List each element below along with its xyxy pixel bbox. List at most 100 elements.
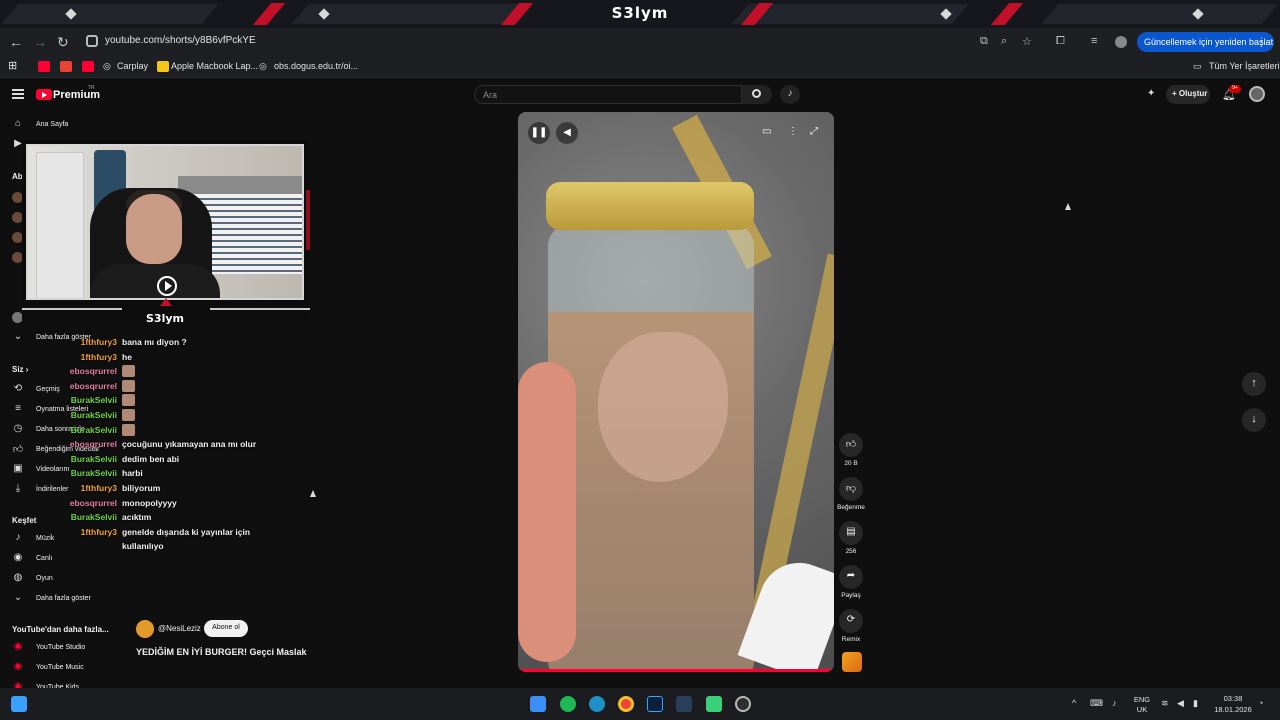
menu-icon[interactable] (12, 89, 24, 99)
share-button[interactable]: ➦ Paylaş (838, 565, 864, 599)
chat-text: dedim ben abi (122, 453, 180, 464)
reload-icon[interactable]: ↻ (57, 34, 69, 51)
volume-icon[interactable]: ◀ (556, 122, 578, 144)
back-icon[interactable]: ← (9, 34, 23, 50)
subscribe-button[interactable]: Abone ol (204, 620, 248, 637)
zoom-icon[interactable]: ⌕ (1001, 35, 1007, 48)
install-app-icon[interactable]: ⧉ (980, 35, 988, 48)
chat-emote-icon (122, 394, 135, 407)
create-label: Oluştur (1178, 89, 1208, 98)
notification-center-icon[interactable]: ◔ (1258, 698, 1263, 708)
region-code: TR (88, 85, 95, 91)
share-icon: ➦ (839, 565, 863, 589)
more-options-icon[interactable]: ⋮ (788, 126, 798, 137)
speaker-icon[interactable]: ◀ (1177, 698, 1184, 709)
remix-icon: ⟳ (839, 609, 863, 633)
cast-icon[interactable]: ✦ (1147, 88, 1155, 99)
chat-username: BurakSelvii (70, 512, 117, 523)
next-short-button[interactable]: ↓ (1242, 408, 1266, 432)
sidebar-item-label: Oyun (36, 575, 53, 582)
sidebar-item-label: Ana Sayfa (36, 121, 69, 128)
battery-icon[interactable]: ▮ (1193, 698, 1198, 709)
fullscreen-icon[interactable]: ⤢ (810, 126, 818, 137)
chat-message: BurakSelvii (0, 423, 330, 439)
gmail-bookmark-icon[interactable] (60, 61, 72, 72)
youtube-bookmark-icon[interactable] (82, 61, 94, 72)
like-count: 20 B (844, 460, 858, 467)
wifi-icon[interactable]: ≋ (1161, 698, 1169, 709)
channel-avatar[interactable] (136, 620, 154, 638)
widgets-icon[interactable] (11, 696, 27, 712)
app-icon[interactable] (706, 696, 722, 712)
chat-text: biliyorum (122, 483, 161, 493)
short-video-player[interactable]: ❚❚ ◀ ▭ ⋮ ⤢ (518, 112, 834, 672)
sound-thumbnail[interactable] (842, 652, 862, 672)
chat-message: ebosqrurrel çocuğunu yıkamayan ana mı olu… (0, 439, 330, 453)
profile-icon[interactable] (1115, 36, 1127, 48)
youtube-logo-icon[interactable] (36, 89, 52, 100)
bookmark-macbook[interactable]: Apple Macbook Lap... (171, 61, 258, 71)
chat-message: 1fthfury3 genelde dışarıda ki yayınlar iç… (0, 527, 330, 541)
edge-icon[interactable] (589, 696, 605, 712)
comments-button[interactable]: ▤ 256 (838, 521, 864, 555)
mic-icon[interactable]: ♪ (780, 85, 800, 104)
chat-message: ebosqrurrel (0, 365, 330, 380)
forward-icon[interactable]: → (33, 34, 47, 50)
more-from-youtube-heading: YouTube'dan daha fazla... (12, 625, 109, 634)
search-input[interactable]: Ara (474, 85, 742, 104)
chrome-icon[interactable] (618, 696, 634, 712)
remix-button[interactable]: ⟳ Remix (838, 609, 864, 643)
spotify-icon[interactable] (560, 696, 576, 712)
youtube-bookmark-icon[interactable] (38, 61, 50, 72)
photoshop-icon[interactable] (647, 696, 663, 712)
share-label: Paylaş (841, 592, 861, 599)
keyboard-icon[interactable]: ⌨ (1090, 698, 1103, 709)
apps-icon[interactable]: ⊞ (8, 59, 17, 72)
extensions-icon[interactable]: ⧠ (1056, 35, 1065, 48)
remix-label: Remix (841, 636, 861, 643)
globe-icon: ◎ (103, 61, 111, 71)
update-button[interactable]: Güncellemek için yeniden başlat ⋮ (1137, 32, 1274, 52)
chat-username: 1fthfury3 (80, 526, 117, 537)
chat-text: harbi (122, 468, 143, 479)
previous-short-button[interactable]: ↑ (1242, 372, 1266, 396)
chat-text: bana mı diyon ? (122, 337, 187, 347)
tray-chevron-icon[interactable]: ^ (1072, 698, 1076, 708)
pause-icon[interactable]: ❚❚ (528, 122, 550, 144)
s-bookmark-icon (157, 61, 169, 72)
obs-icon[interactable] (735, 696, 751, 712)
bookmark-obs[interactable]: obs.dogus.edu.tr/oi... (274, 61, 358, 71)
clock-time[interactable]: 03:38 (1212, 694, 1254, 703)
star-icon[interactable]: ☆ (1022, 35, 1032, 48)
site-info-icon[interactable] (86, 35, 98, 47)
short-title[interactable]: YEDİĞİM EN İYİ BURGER! Geçci Maslak (136, 647, 307, 657)
captions-icon[interactable]: ▭ (762, 126, 771, 137)
like-button[interactable]: 👍︎ 20 B (838, 433, 864, 467)
channel-name[interactable]: @NesiLeziz (158, 624, 201, 633)
create-button[interactable]: + Oluştur (1166, 85, 1210, 104)
language-top[interactable]: ENG (1130, 695, 1154, 704)
chat-emote-icon (122, 365, 135, 378)
dislike-button[interactable]: 👎︎ Beğenme (836, 477, 866, 511)
language-bottom[interactable]: UK (1130, 705, 1154, 714)
progress-bar[interactable] (518, 669, 834, 672)
search-button[interactable] (742, 85, 772, 104)
chat-message: kullanılıyo (0, 541, 330, 555)
account-avatar[interactable] (1249, 86, 1265, 102)
microphone-icon[interactable]: ♪ (1112, 698, 1117, 708)
chat-emote-icon (122, 379, 135, 392)
bookmark-carplay[interactable]: Carplay (117, 61, 148, 71)
globe-icon: ◎ (259, 61, 267, 71)
chat-text: genelde dışarıda ki yayınlar için (122, 526, 251, 537)
tab-search-icon[interactable]: ≡ (1091, 35, 1097, 47)
clock-date[interactable]: 18.01.2026 (1210, 705, 1256, 714)
all-bookmarks[interactable]: Tüm Yer İşaretleri (1209, 61, 1280, 71)
chat-message: BurakSelvii harbi (0, 468, 330, 482)
screen: S3lym ← → ↻ youtube.com/shorts/y8B6vfPck… (0, 0, 1280, 720)
notification-badge: 9+ (1229, 85, 1241, 93)
steam-icon[interactable] (676, 696, 692, 712)
chat-message: BurakSelvii acıktım (0, 512, 330, 526)
menu-dots-icon[interactable]: ⋮ (1257, 36, 1266, 47)
start-icon[interactable] (530, 696, 546, 712)
url-text[interactable]: youtube.com/shorts/y8B6vfPckYE (105, 35, 256, 46)
